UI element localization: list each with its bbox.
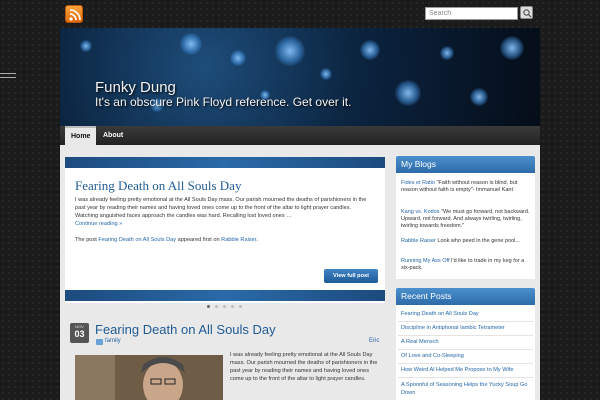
slider-dot[interactable] — [239, 305, 242, 308]
featured-posted-line: The post Fearing Death on All Souls Day … — [75, 237, 258, 243]
my-blogs-heading: My Blogs — [396, 156, 535, 173]
recent-post-link[interactable]: Discipline in Antiphonal Iambic Tetramet… — [401, 325, 505, 331]
blog-description: Look who peed in the gene pool... — [435, 238, 520, 244]
posted-post-link[interactable]: Fearing Death on All Souls Day — [98, 237, 176, 243]
post-category-link[interactable]: family — [105, 338, 121, 344]
divider — [398, 349, 533, 350]
divider — [398, 321, 533, 322]
slider-dot[interactable] — [215, 305, 218, 308]
blog-link[interactable]: Kang vs. Kodos — [401, 209, 440, 215]
divider — [398, 377, 533, 378]
site-tagline: It's an obscure Pink Floyd reference. Ge… — [95, 95, 352, 109]
site-title[interactable]: Funky Dung — [95, 79, 176, 96]
edge-mark — [0, 77, 16, 78]
view-full-post-button[interactable]: View full post — [324, 269, 378, 283]
featured-post-title[interactable]: Fearing Death on All Souls Day — [75, 178, 241, 194]
blog-item: Fides et Ratio "Faith without reason is … — [401, 180, 531, 194]
recent-post-link[interactable]: A Spoonful of Seasoning Helps the Yucky … — [401, 381, 531, 397]
posted-site-link[interactable]: Rabble Raiser — [221, 237, 256, 243]
continue-reading-link[interactable]: Continue reading » — [75, 221, 122, 227]
posted-middle: appeared first on — [176, 237, 222, 243]
nav-item-about[interactable]: About — [97, 126, 129, 145]
recent-posts-heading: Recent Posts — [396, 288, 535, 305]
recent-post-link[interactable]: How Weird Al Helped Me Propose to My Wif… — [401, 367, 513, 373]
post-title[interactable]: Fearing Death on All Souls Day — [95, 322, 276, 337]
featured-excerpt-text: I was already feeling pretty emotional a… — [75, 197, 367, 219]
main-nav: Home About — [60, 126, 540, 145]
divider — [398, 363, 533, 364]
header-banner: Funky Dung It's an obscure Pink Floyd re… — [60, 28, 540, 126]
posted-suffix: . — [256, 237, 258, 243]
date-badge: NOV 03 — [70, 323, 89, 343]
search-icon[interactable] — [520, 6, 533, 19]
recent-post-link[interactable]: A Real Mensch — [401, 339, 439, 345]
blog-item: Kang vs. Kodos "We must go forward, not … — [401, 209, 531, 230]
recent-post-link[interactable]: Fearing Death on All Souls Day — [401, 311, 479, 317]
posted-prefix: The post — [75, 237, 99, 243]
slider-dot[interactable] — [231, 305, 234, 308]
top-bar — [0, 0, 600, 28]
slider-top-bar — [65, 157, 385, 168]
blog-item: Running My Ass Off I'd like to trade in … — [401, 258, 531, 272]
recent-post-link[interactable]: Of Love and Co-Sleeping — [401, 353, 464, 359]
post-body: I was already feeling pretty emotional a… — [230, 352, 378, 382]
post-author-link[interactable]: Eric — [369, 338, 379, 344]
slider-bottom-bar — [65, 290, 385, 301]
slider-dot[interactable] — [207, 305, 210, 308]
featured-excerpt: I was already feeling pretty emotional a… — [75, 196, 375, 228]
blog-link[interactable]: Running My Ass Off — [401, 258, 450, 264]
slider-dot[interactable] — [223, 305, 226, 308]
search-input[interactable] — [425, 7, 518, 20]
blog-item: Rabble Raiser Look who peed in the gene … — [401, 238, 531, 245]
folder-icon — [96, 339, 103, 345]
rss-icon[interactable] — [65, 5, 83, 23]
edge-mark — [0, 73, 16, 74]
divider — [398, 335, 533, 336]
blog-link[interactable]: Rabble Raiser — [401, 238, 436, 244]
nav-item-home[interactable]: Home — [65, 126, 97, 145]
blog-link[interactable]: Fides et Ratio — [401, 180, 435, 186]
date-day: 03 — [74, 329, 85, 339]
post-thumbnail[interactable] — [75, 355, 223, 400]
